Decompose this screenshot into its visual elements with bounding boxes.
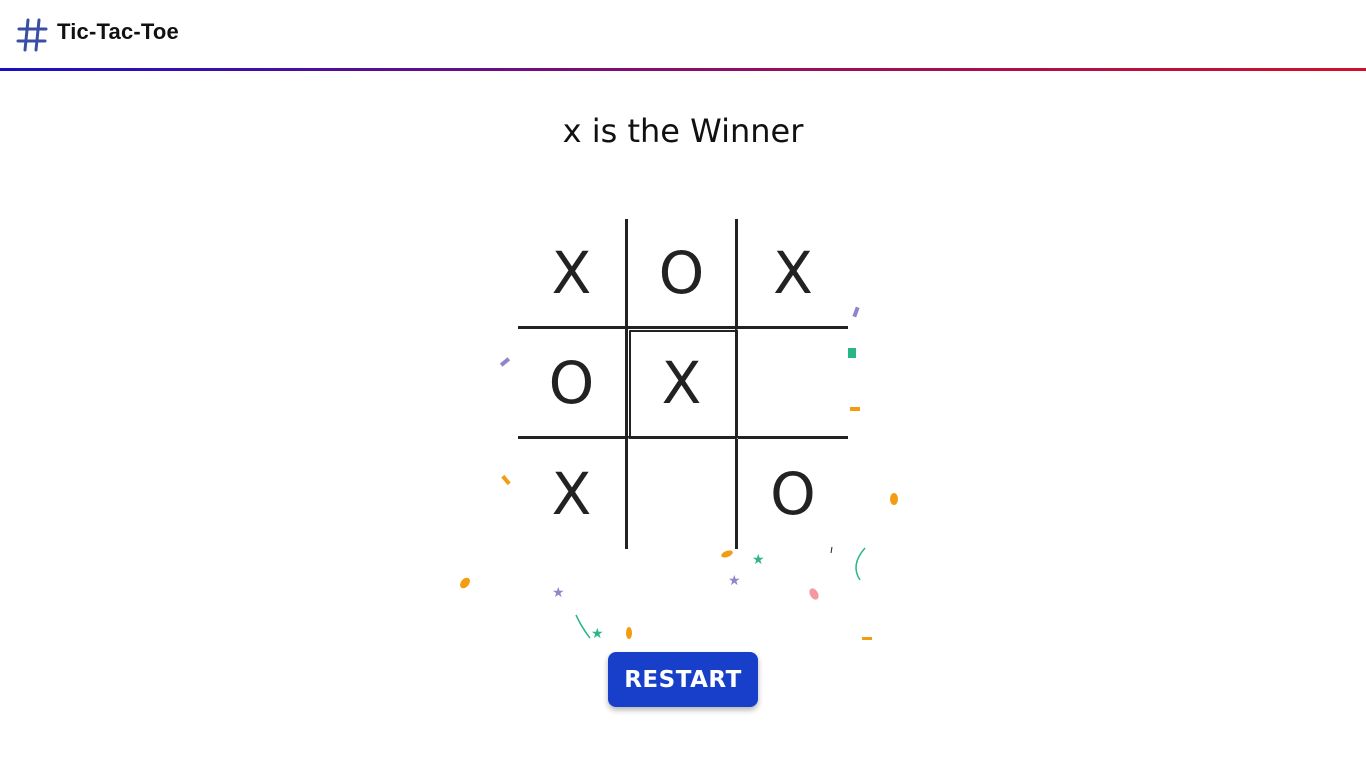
board-cell-2-2[interactable]: O: [738, 439, 848, 549]
confetti-star: ★: [752, 552, 765, 568]
game-status: x is the Winner: [562, 112, 804, 150]
app-root: Tic-Tac-Toe x is the Winner ★ ★ ★ ★ X O …: [0, 0, 1366, 768]
game-board: X O X O X X O: [518, 219, 848, 549]
confetti-piece: [862, 637, 872, 640]
confetti-streamer: [855, 547, 866, 581]
confetti-piece: [848, 348, 856, 358]
hash-icon: [16, 18, 48, 52]
board-cell-2-1[interactable]: [628, 439, 738, 549]
confetti-piece: [499, 357, 511, 367]
app-title: Tic-Tac-Toe: [57, 19, 179, 44]
board-cell-1-2[interactable]: [738, 329, 848, 439]
confetti-piece: [852, 306, 860, 318]
board-container: X O X O X X O: [518, 219, 848, 549]
restart-button[interactable]: RESTART: [608, 652, 758, 707]
confetti-piece: [460, 577, 470, 589]
confetti-piece: [890, 493, 898, 505]
confetti-piece: [809, 588, 819, 600]
confetti-star: ★: [591, 626, 604, 642]
confetti-piece: [850, 407, 860, 411]
board-cell-0-2[interactable]: X: [738, 219, 848, 329]
confetti-star: ★: [728, 573, 741, 589]
confetti-piece: [721, 550, 733, 558]
confetti-piece: [626, 627, 632, 639]
confetti-star: ★: [552, 585, 565, 601]
board-cell-2-0[interactable]: X: [518, 439, 628, 549]
board-cell-1-0[interactable]: O: [518, 329, 628, 439]
confetti-piece: [501, 474, 511, 486]
header-divider: [0, 68, 1366, 71]
board-cell-1-1[interactable]: X: [628, 329, 738, 439]
app-header: Tic-Tac-Toe: [0, 0, 1366, 68]
confetti-streamer: [575, 614, 591, 639]
board-cell-0-1[interactable]: O: [628, 219, 738, 329]
board-cell-0-0[interactable]: X: [518, 219, 628, 329]
